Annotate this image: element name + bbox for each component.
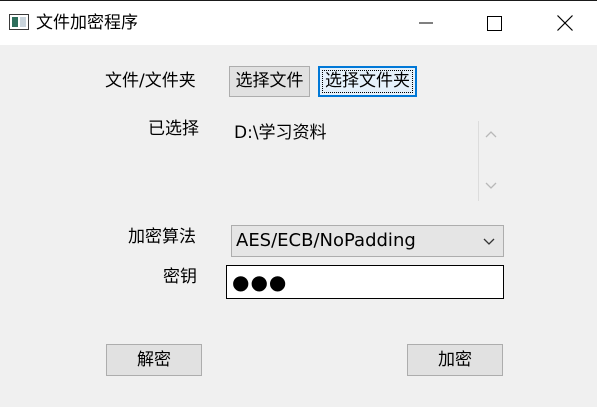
encrypt-button[interactable]: 加密 [407,344,503,376]
select-file-button[interactable]: 选择文件 [229,66,310,97]
select-folder-button[interactable]: 选择文件夹 [318,66,417,97]
minimize-button[interactable] [396,1,456,45]
algorithm-label: 加密算法 [128,227,196,247]
app-window-icon [9,14,29,30]
key-masked-value: ●●● [232,270,288,294]
selected-label: 已选择 [148,119,199,139]
minimize-icon [419,22,433,24]
chevron-down-icon[interactable] [484,179,498,193]
selected-path-scrollbar[interactable] [478,121,502,201]
close-icon [557,15,573,31]
key-password-field[interactable]: ●●● [226,265,504,299]
chevron-down-icon [483,238,495,245]
title-bar[interactable]: 文件加密程序 [0,1,597,45]
file-folder-label: 文件/文件夹 [105,71,196,91]
maximize-button[interactable] [464,1,524,45]
app-window: 文件加密程序 文件/文件夹 选择文件 选择文件夹 已选择 D:\学习资料 加密算… [0,0,597,407]
algorithm-select[interactable]: AES/ECB/NoPadding [231,225,504,257]
maximize-icon [486,15,502,31]
key-label: 密钥 [163,267,197,287]
close-button[interactable] [535,1,595,45]
chevron-up-icon[interactable] [484,127,498,141]
algorithm-select-value: AES/ECB/NoPadding [236,230,416,251]
select-folder-button-label: 选择文件夹 [325,71,410,91]
decrypt-button[interactable]: 解密 [106,344,202,376]
window-title: 文件加密程序 [36,13,138,33]
selected-path-text: D:\学习资料 [234,123,327,143]
